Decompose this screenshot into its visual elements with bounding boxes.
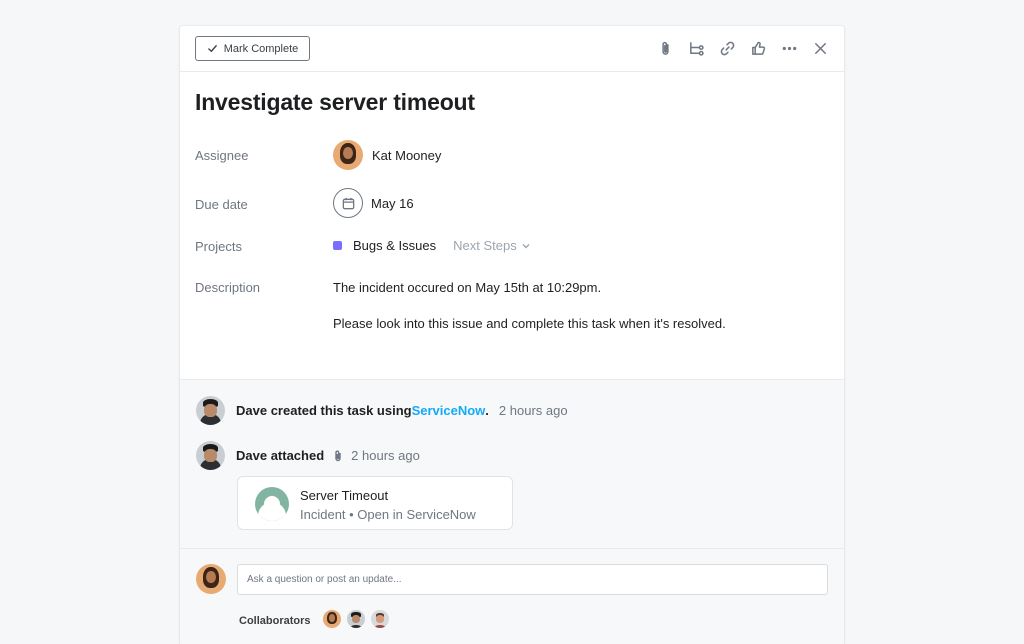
section-name: Next Steps	[453, 238, 517, 253]
servicenow-logo-icon	[255, 487, 289, 521]
link-icon[interactable]	[718, 39, 737, 58]
activity-feed: Dave created this task using ServiceNow …	[180, 379, 844, 549]
attachment-icon[interactable]	[656, 39, 675, 58]
subtask-icon[interactable]	[687, 39, 706, 58]
collaborator-avatar[interactable]	[323, 610, 341, 628]
story-created-time: 2 hours ago	[498, 403, 568, 418]
collaborator-avatar[interactable]	[347, 610, 365, 628]
section-dropdown[interactable]: Next Steps	[453, 238, 530, 253]
story-attached-time: 2 hours ago	[351, 448, 420, 463]
current-user-avatar	[196, 564, 226, 594]
description-line-1[interactable]: The incident occured on May 15th at 10:2…	[333, 280, 601, 295]
story-created-period: .	[485, 403, 489, 418]
description-label: Description	[195, 280, 261, 295]
chevron-down-icon	[522, 243, 530, 248]
assignee-label: Assignee	[195, 148, 249, 163]
task-detail-pane: Mark Complete Investigate server timeout	[180, 26, 844, 644]
collaborators-label: Collaborators	[239, 615, 311, 627]
due-date-label: Due date	[195, 197, 248, 212]
projects-label: Projects	[195, 239, 242, 254]
story-created: Dave created this task using ServiceNow …	[196, 396, 568, 425]
task-title[interactable]: Investigate server timeout	[195, 89, 475, 116]
more-icon[interactable]	[780, 39, 799, 58]
assignee-name: Kat Mooney	[372, 147, 442, 163]
attachment-card[interactable]: Server Timeout Incident • Open in Servic…	[237, 476, 513, 530]
story-attached-text: Dave attached	[236, 448, 325, 463]
story-created-text: Dave created this task using	[236, 403, 412, 418]
dave-avatar	[196, 396, 225, 425]
servicenow-link[interactable]: ServiceNow	[412, 403, 486, 418]
project-name[interactable]: Bugs & Issues	[353, 238, 436, 253]
mark-complete-button[interactable]: Mark Complete	[195, 36, 310, 61]
attachment-icon	[335, 450, 341, 461]
check-icon	[207, 45, 217, 52]
comment-input[interactable]	[237, 564, 828, 595]
due-date-field[interactable]: May 16	[333, 188, 414, 218]
assignee-avatar	[333, 140, 363, 170]
attachment-title: Server Timeout	[300, 488, 389, 503]
attachment-subtitle: Incident • Open in ServiceNow	[300, 507, 476, 522]
like-icon[interactable]	[749, 39, 768, 58]
dave-avatar	[196, 441, 225, 470]
project-color-swatch	[333, 241, 342, 250]
close-icon[interactable]	[811, 39, 830, 58]
description-line-2[interactable]: Please look into this issue and complete…	[333, 316, 726, 331]
due-date-value: May 16	[371, 195, 414, 211]
calendar-icon	[333, 188, 363, 218]
toolbar-actions	[656, 39, 830, 58]
task-toolbar: Mark Complete	[180, 26, 844, 72]
projects-field: Bugs & Issues Next Steps	[333, 238, 530, 253]
mark-complete-label: Mark Complete	[223, 42, 299, 55]
collaborator-list	[323, 610, 389, 628]
comment-composer: Collaborators	[180, 548, 844, 644]
assignee-field[interactable]: Kat Mooney	[333, 140, 441, 170]
story-attached: Dave attached 2 hours ago	[196, 441, 420, 470]
collaborator-avatar[interactable]	[371, 610, 389, 628]
